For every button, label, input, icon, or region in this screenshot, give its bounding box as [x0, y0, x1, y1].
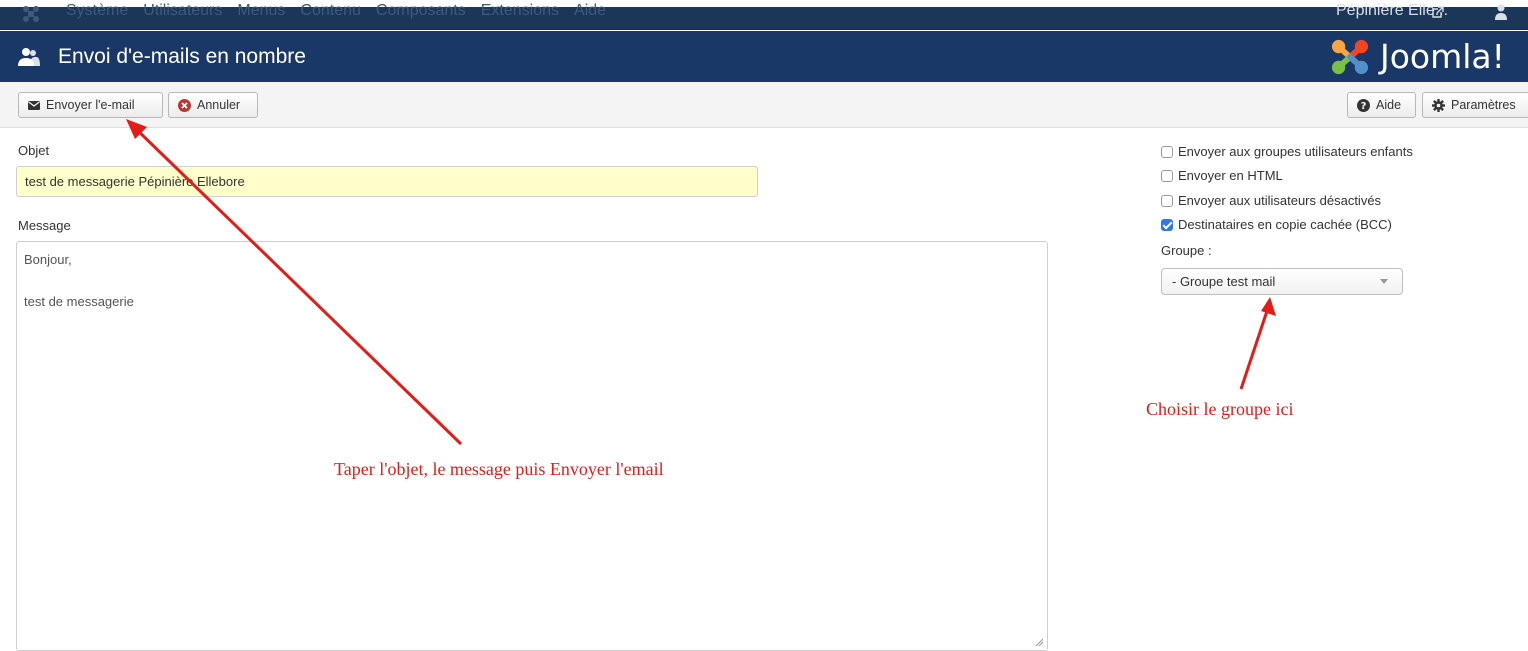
- annotation-left-text: Taper l'objet, le message puis Envoyer l…: [334, 459, 664, 479]
- annotation-arrow-right: [1239, 307, 1270, 390]
- annotation-arrow-left: [131, 124, 463, 446]
- annotation-arrowhead-right: [1261, 297, 1276, 316]
- annotation-arrows: [126, 119, 1276, 446]
- annotation-right-text: Choisir le groupe ici: [1146, 399, 1294, 419]
